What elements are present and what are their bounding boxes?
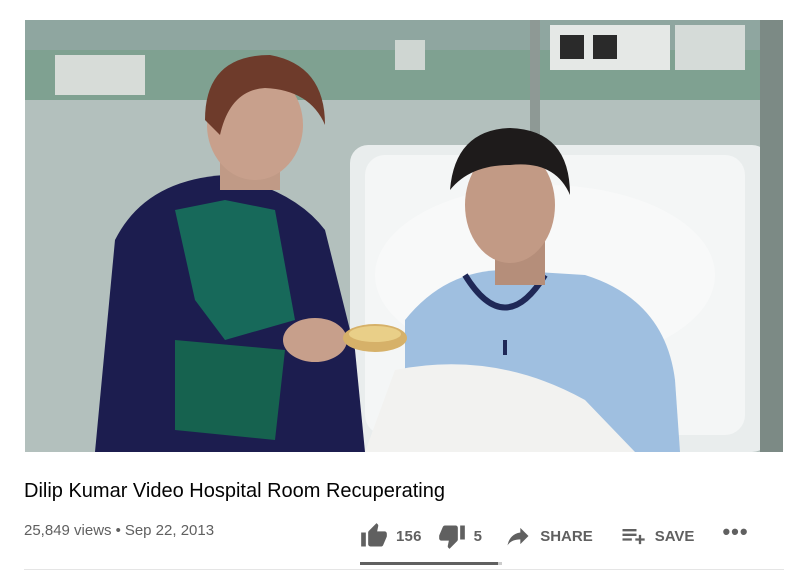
action-bar: 156 5 SHARE SAVE ••• (360, 518, 749, 554)
share-arrow-icon (507, 527, 529, 546)
divider (24, 569, 784, 570)
thumbs-up-icon (361, 523, 387, 547)
upload-date: Sep 22, 2013 (124, 522, 215, 539)
sentiment-bar (360, 562, 502, 565)
video-title: Dilip Kumar Video Hospital Room Recupera… (24, 480, 445, 502)
dislike-count: 5 (473, 527, 483, 545)
like-button[interactable]: 156 (360, 518, 422, 554)
like-count: 156 (396, 527, 422, 545)
video-info: 25,849 views • Sep 22, 2013 (24, 522, 214, 539)
separator-dot: • (115, 522, 121, 539)
share-label: SHARE (540, 527, 593, 545)
thumbs-down-icon (438, 525, 465, 549)
sentiment-bar-fill (360, 562, 498, 565)
more-actions-button[interactable]: ••• (722, 514, 748, 558)
video-frame (25, 20, 783, 452)
view-count: 25,849 views (24, 522, 112, 539)
video-player[interactable] (25, 20, 783, 452)
dislike-button[interactable]: 5 (438, 518, 483, 554)
share-button[interactable]: SHARE (504, 518, 593, 554)
save-button[interactable]: SAVE (619, 518, 695, 554)
save-label: SAVE (654, 527, 695, 545)
playlist-add-icon (622, 529, 645, 545)
more-horizontal-icon: ••• (722, 519, 749, 544)
